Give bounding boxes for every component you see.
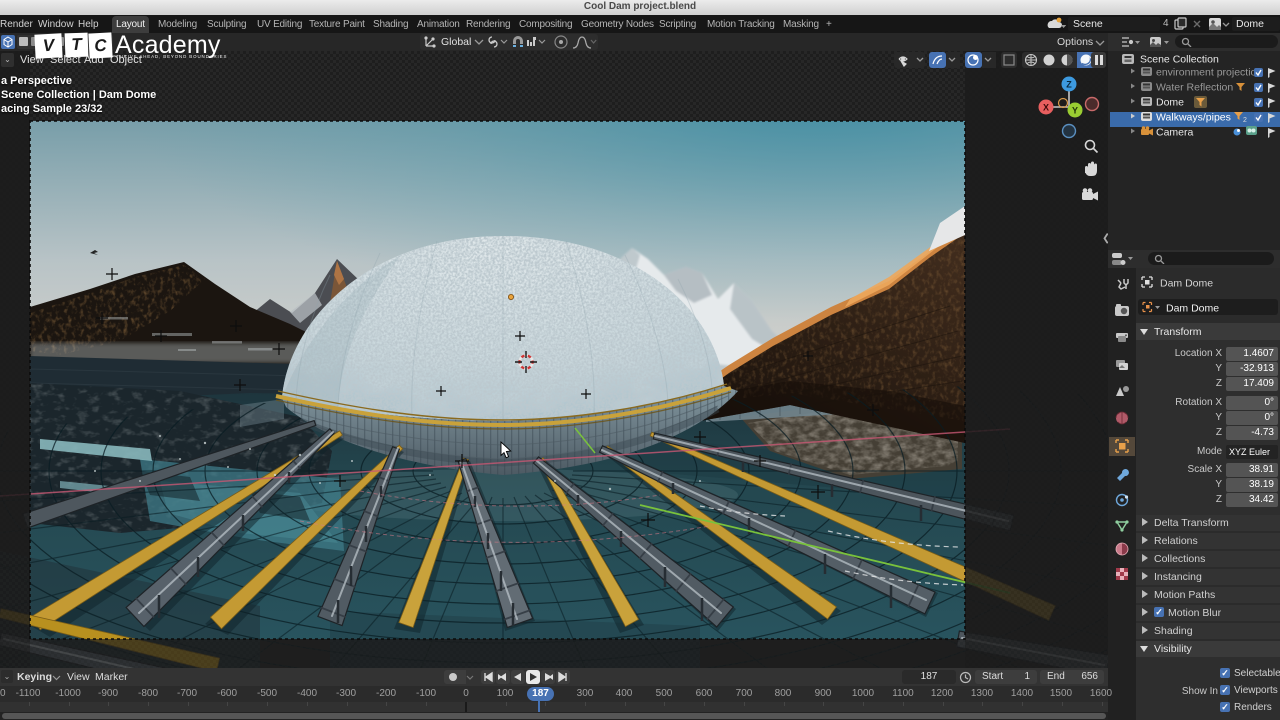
svg-text:Water Reflection: Water Reflection: [1156, 82, 1233, 94]
svg-text:Dome: Dome: [1156, 97, 1184, 109]
svg-text:Y: Y: [1072, 106, 1078, 116]
svg-text:Dam Dome: Dam Dome: [1166, 303, 1219, 315]
svg-text:Scene Collection: Scene Collection: [1140, 54, 1219, 66]
svg-text:Camera: Camera: [1156, 127, 1194, 139]
svg-text:Walkways/pipes: Walkways/pipes: [1156, 112, 1231, 124]
svg-text:Dam Dome: Dam Dome: [1160, 278, 1213, 290]
svg-text:environment projection: environment projection: [1156, 67, 1262, 79]
svg-text:2: 2: [1243, 117, 1247, 124]
svg-text:X: X: [1043, 103, 1049, 113]
svg-text:Z: Z: [1066, 80, 1072, 90]
